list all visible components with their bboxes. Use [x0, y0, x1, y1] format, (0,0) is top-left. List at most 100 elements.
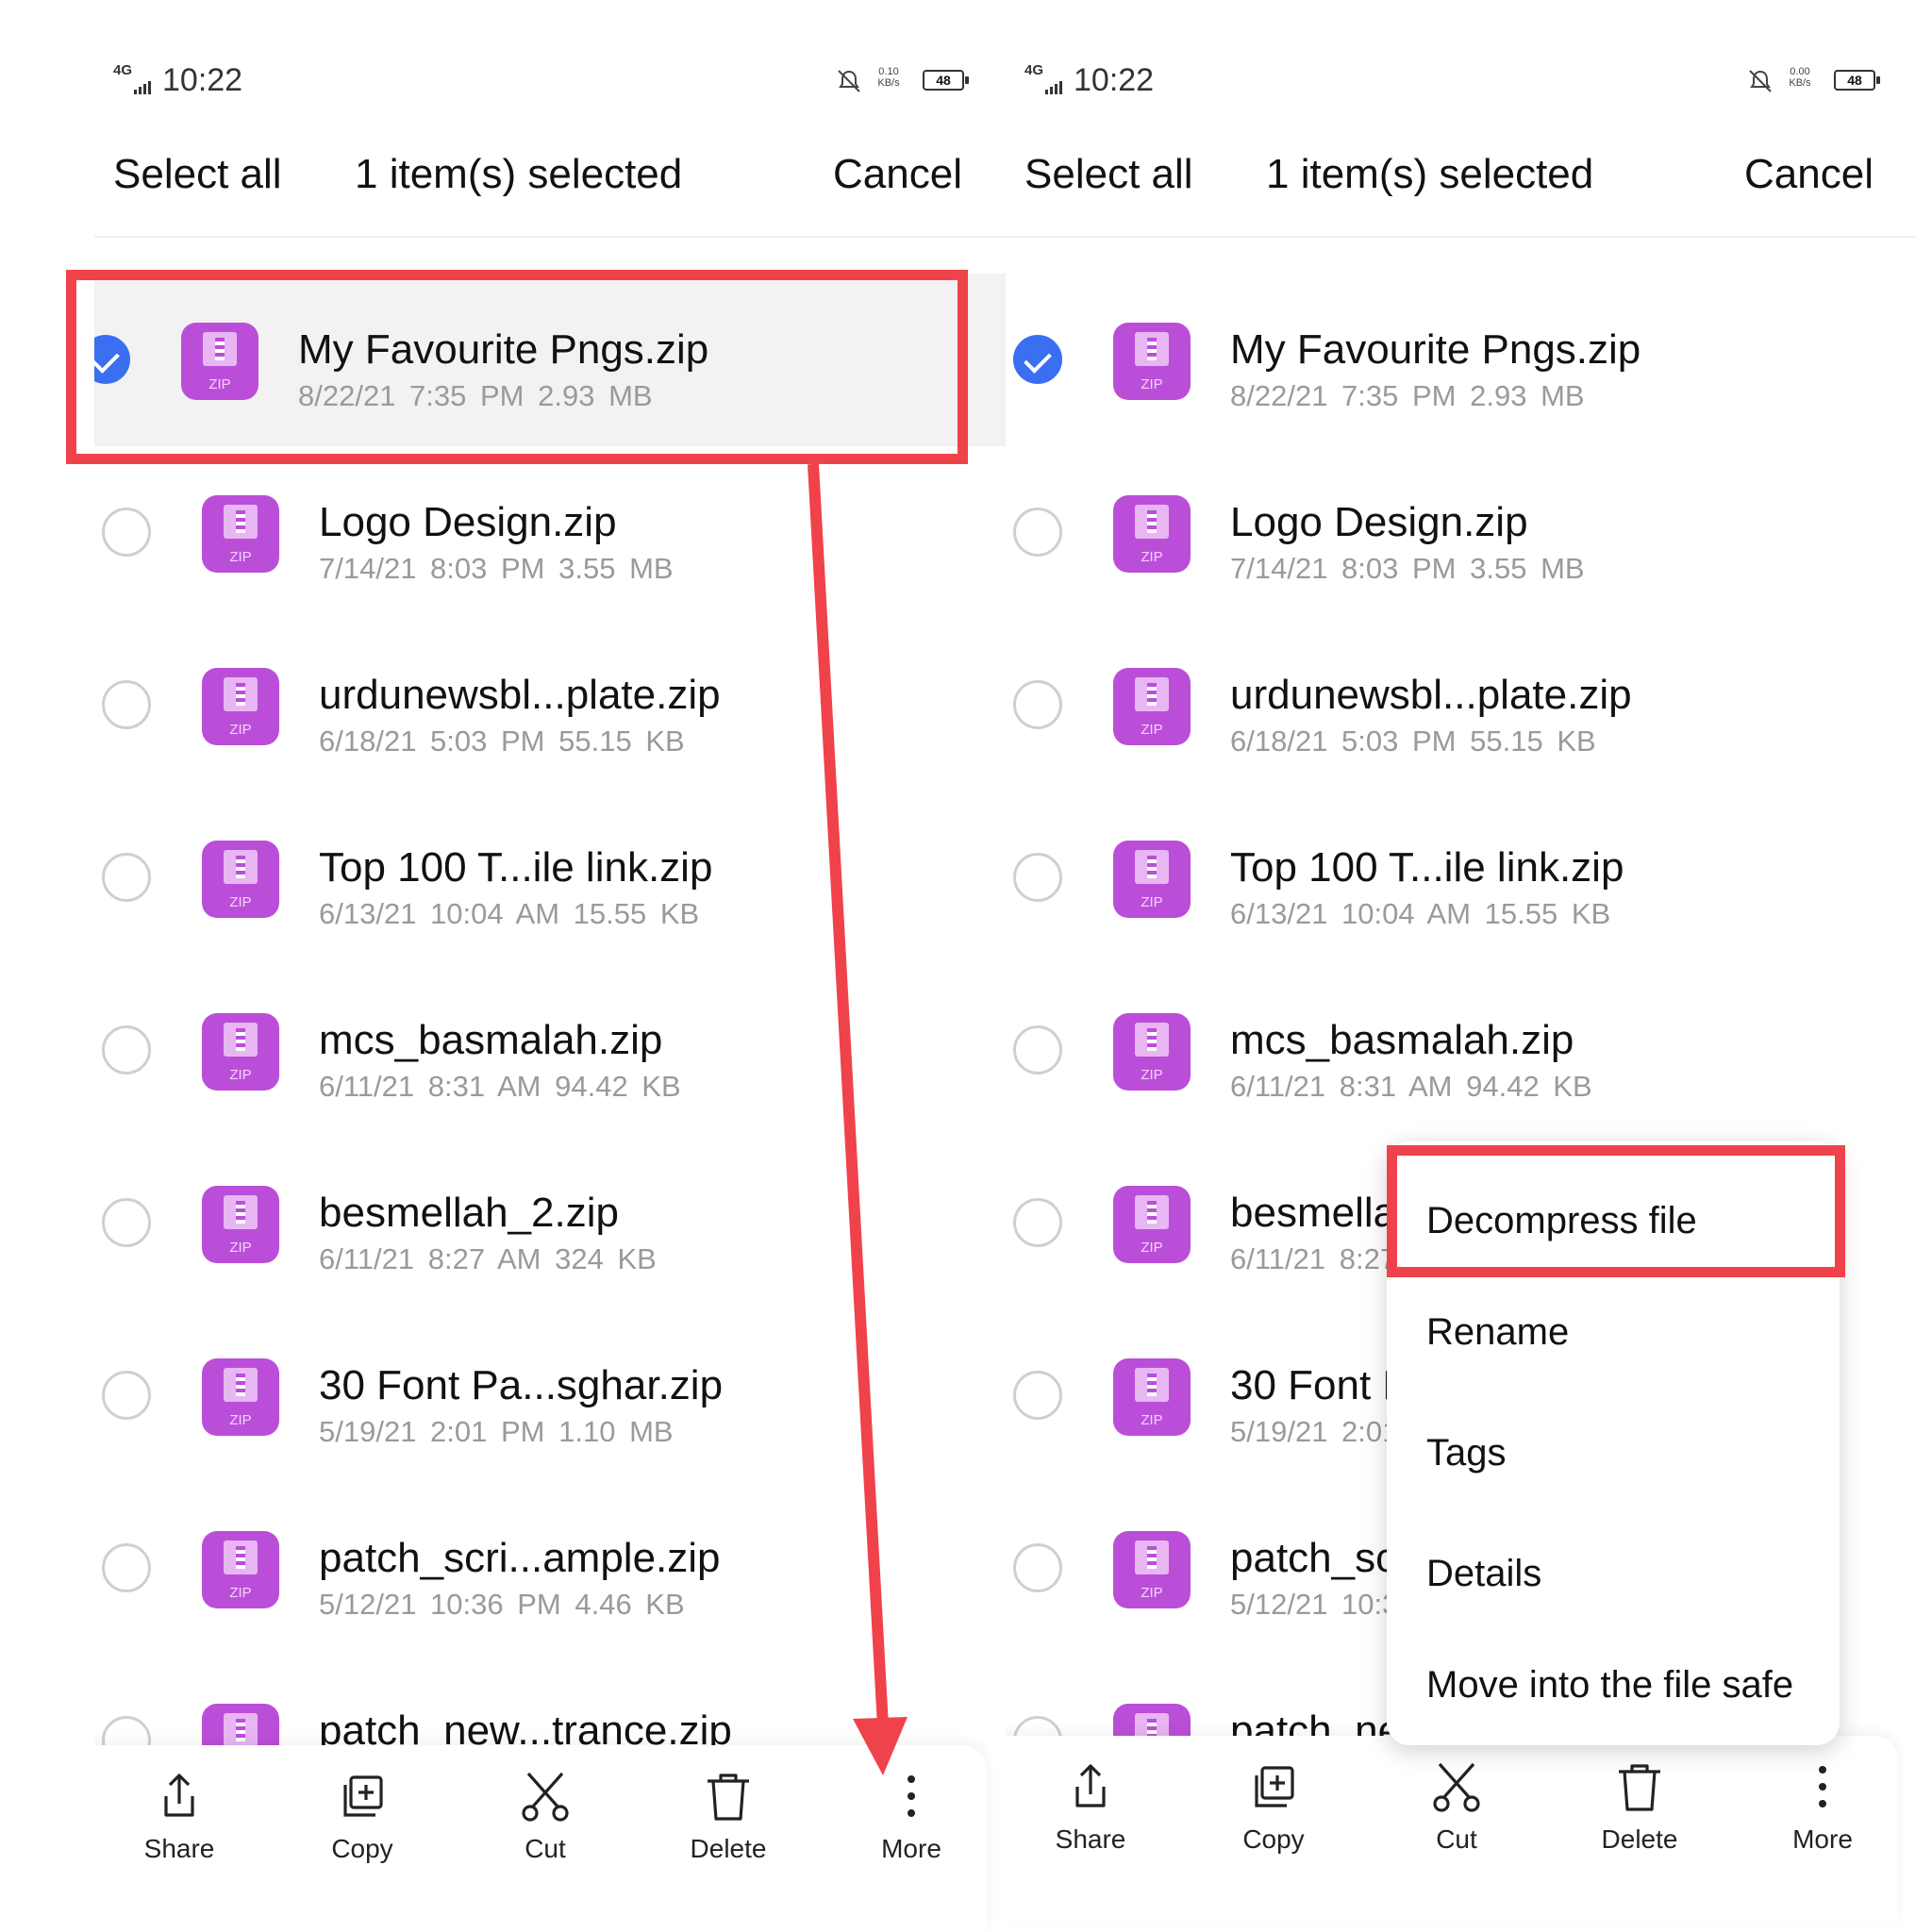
share-button[interactable]: Share	[123, 1768, 236, 1864]
right-screen: 4G 10:22 0.00 KB/s 48 Select all 1 item(s…	[1006, 0, 1917, 1932]
select-circle[interactable]	[102, 680, 151, 729]
file-row[interactable]: ZIP 30 Font Pa...sghar.zip 5/19/21 2:01 PM…	[94, 1309, 1006, 1482]
copy-button[interactable]: Copy	[1217, 1758, 1330, 1855]
file-meta: 8/22/21 7:35 PM 2.93 MB	[1230, 379, 1585, 412]
zip-file-icon: ZIP	[202, 1013, 279, 1091]
select-circle[interactable]	[1013, 1543, 1062, 1592]
menu-item-rename[interactable]: Rename	[1426, 1311, 1569, 1354]
cut-button[interactable]: Cut	[1400, 1758, 1513, 1855]
file-row[interactable]: ZIP urdunewsbl...plate.zip 6/18/21 5:03 PM…	[94, 619, 1006, 791]
file-name: Logo Design.zip	[1230, 499, 1528, 545]
clock: 10:22	[162, 62, 243, 98]
zip-file-icon: ZIP	[202, 668, 279, 745]
copy-icon	[343, 1775, 383, 1817]
select-circle[interactable]	[102, 508, 151, 557]
status-bar: 4G 10:22 0.00 KB/s 48	[1024, 62, 1880, 100]
select-circle[interactable]	[102, 853, 151, 902]
select-circle[interactable]	[102, 1198, 151, 1247]
zip-file-icon: ZIP	[202, 1186, 279, 1263]
file-row[interactable]: ZIP urdunewsbl...plate.zip 6/18/21 5:03 PM…	[1006, 619, 1917, 791]
header-divider	[94, 236, 1006, 238]
copy-button[interactable]: Copy	[306, 1768, 419, 1864]
share-button[interactable]: Share	[1034, 1758, 1147, 1855]
selection-header: Select all 1 item(s) selected Cancel	[1006, 151, 1917, 208]
copy-icon	[1255, 1766, 1294, 1807]
file-name: urdunewsbl...plate.zip	[1230, 672, 1632, 718]
network-label: 4G	[1024, 62, 1044, 78]
page-title: 1 item(s) selected	[1266, 151, 1594, 197]
file-meta: 7/14/21 8:03 PM 3.55 MB	[319, 552, 674, 585]
share-icon	[164, 1774, 194, 1817]
net-speed: 0.00 KB/s	[1789, 66, 1811, 89]
select-circle[interactable]	[1013, 1025, 1062, 1074]
zip-file-icon: ZIP	[202, 495, 279, 573]
cancel-button[interactable]: Cancel	[833, 151, 962, 198]
delete-button[interactable]: Delete	[1583, 1758, 1696, 1855]
zip-file-icon: ZIP	[202, 1531, 279, 1608]
file-row[interactable]: ZIP Logo Design.zip 7/14/21 8:03 PM 3.55 M…	[1006, 446, 1917, 619]
cancel-button[interactable]: Cancel	[1744, 151, 1874, 198]
cut-button[interactable]: Cut	[489, 1768, 602, 1864]
file-row[interactable]: ZIP Top 100 T...ile link.zip 6/13/21 10:04…	[94, 791, 1006, 964]
network-label: 4G	[113, 62, 133, 78]
cut-icon	[1433, 1762, 1480, 1812]
more-icon	[1819, 1766, 1826, 1807]
file-row[interactable]: ZIP mcs_basmalah.zip 6/11/21 8:31 AM 94.42…	[1006, 964, 1917, 1137]
battery-icon: 48	[923, 70, 969, 91]
select-circle[interactable]	[102, 1543, 151, 1592]
file-row[interactable]: ZIP Logo Design.zip 7/14/21 8:03 PM 3.55 M…	[94, 446, 1006, 619]
zip-file-icon: ZIP	[1113, 1013, 1191, 1091]
mute-bell-icon	[838, 70, 860, 92]
check-icon[interactable]	[1013, 335, 1062, 384]
cut-icon	[522, 1772, 569, 1822]
file-name: My Favourite Pngs.zip	[1230, 326, 1641, 373]
file-meta: 6/13/21 10:04 AM 15.55 KB	[1230, 897, 1611, 930]
select-circle[interactable]	[1013, 853, 1062, 902]
delete-button[interactable]: Delete	[672, 1768, 785, 1864]
menu-item-tags[interactable]: Tags	[1426, 1432, 1507, 1474]
decompress-highlight	[1387, 1145, 1845, 1277]
menu-item-details[interactable]: Details	[1426, 1553, 1541, 1595]
file-list: ZIP My Favourite Pngs.zip 8/22/21 7:35 PM …	[94, 274, 1006, 1827]
file-meta: 6/18/21 5:03 PM 55.15 KB	[1230, 724, 1596, 758]
file-row[interactable]: ZIP mcs_basmalah.zip 6/11/21 8:31 AM 94.42…	[94, 964, 1006, 1137]
file-meta: 6/18/21 5:03 PM 55.15 KB	[319, 724, 685, 758]
file-name: urdunewsbl...plate.zip	[319, 672, 721, 718]
select-circle[interactable]	[102, 1371, 151, 1420]
file-meta: 6/11/21 8:31 AM 94.42 KB	[319, 1070, 681, 1103]
zip-file-icon: ZIP	[1113, 668, 1191, 745]
menu-item-file-safe[interactable]: Move into the file safe	[1426, 1664, 1793, 1707]
delete-icon	[708, 1774, 749, 1821]
zip-file-icon: ZIP	[1113, 1531, 1191, 1608]
net-speed: 0.10 KB/s	[877, 66, 900, 89]
select-circle[interactable]	[1013, 1198, 1062, 1247]
file-name: Top 100 T...ile link.zip	[319, 844, 713, 891]
share-icon	[1075, 1764, 1106, 1807]
zip-file-icon: ZIP	[1113, 841, 1191, 918]
signal-icon	[134, 77, 155, 94]
file-name: besmellah_2.zip	[319, 1190, 619, 1236]
signal-icon	[1045, 77, 1066, 94]
select-all-button[interactable]: Select all	[113, 151, 282, 198]
file-row[interactable]: ZIP My Favourite Pngs.zip 8/22/21 7:35 PM …	[1006, 274, 1917, 446]
file-row[interactable]: ZIP besmellah_2.zip 6/11/21 8:27 AM 324 KB	[94, 1137, 1006, 1309]
more-button[interactable]: More	[1766, 1758, 1879, 1855]
file-meta: 5/12/21 10:36 PM 4.46 KB	[319, 1588, 685, 1621]
zip-file-icon: ZIP	[1113, 1358, 1191, 1436]
status-bar: 4G 10:22 0.10 KB/s 48	[113, 62, 969, 100]
file-row[interactable]: ZIP Top 100 T...ile link.zip 6/13/21 10:04…	[1006, 791, 1917, 964]
select-circle[interactable]	[1013, 680, 1062, 729]
zip-file-icon: ZIP	[1113, 323, 1191, 400]
select-all-button[interactable]: Select all	[1024, 151, 1193, 198]
more-icon	[908, 1775, 915, 1817]
more-button[interactable]: More	[855, 1768, 968, 1864]
zip-file-icon: ZIP	[202, 1358, 279, 1436]
select-circle[interactable]	[1013, 1371, 1062, 1420]
file-row[interactable]: ZIP patch_scri...ample.zip 5/12/21 10:36 P…	[94, 1482, 1006, 1655]
selected-file-highlight	[66, 270, 968, 464]
battery-icon: 48	[1834, 70, 1880, 91]
bottom-toolbar: Share Copy Cut Delete More	[94, 1745, 987, 1932]
select-circle[interactable]	[102, 1025, 151, 1074]
select-circle[interactable]	[1013, 508, 1062, 557]
delete-icon	[1619, 1764, 1660, 1811]
